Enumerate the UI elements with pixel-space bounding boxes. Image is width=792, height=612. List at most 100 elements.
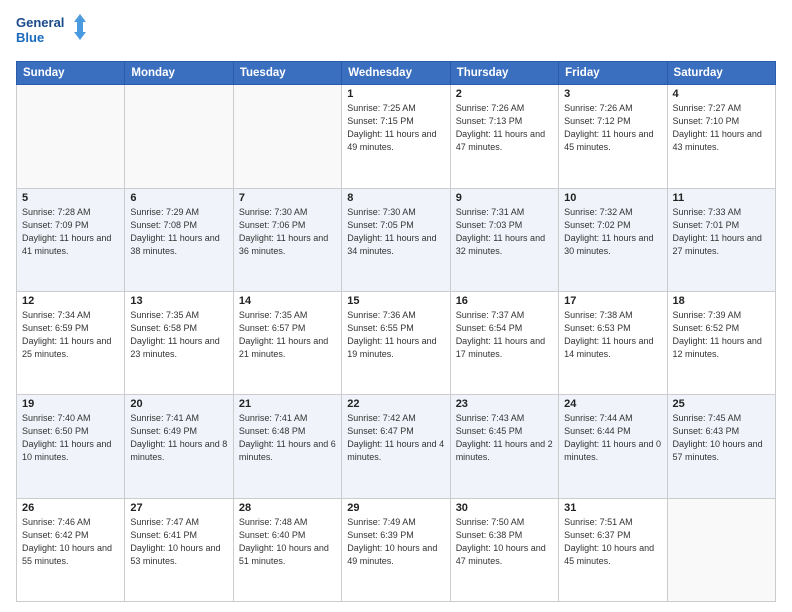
day-info: Sunrise: 7:28 AM Sunset: 7:09 PM Dayligh… xyxy=(22,206,119,258)
calendar-table: SundayMondayTuesdayWednesdayThursdayFrid… xyxy=(16,61,776,602)
day-number: 23 xyxy=(456,398,553,410)
calendar-cell: 23Sunrise: 7:43 AM Sunset: 6:45 PM Dayli… xyxy=(450,395,558,498)
day-number: 22 xyxy=(347,398,444,410)
calendar-week-3: 12Sunrise: 7:34 AM Sunset: 6:59 PM Dayli… xyxy=(17,291,776,394)
day-info: Sunrise: 7:41 AM Sunset: 6:48 PM Dayligh… xyxy=(239,412,336,464)
day-number: 5 xyxy=(22,192,119,204)
day-info: Sunrise: 7:47 AM Sunset: 6:41 PM Dayligh… xyxy=(130,516,227,568)
calendar-cell: 9 Sunrise: 7:31 AM Sunset: 7:03 PM Daylig… xyxy=(450,188,558,291)
calendar-cell: 21 Sunrise: 7:41 AM Sunset: 6:48 PM Dayli… xyxy=(233,395,341,498)
day-number: 30 xyxy=(456,502,553,514)
calendar-week-1: 1 Sunrise: 7:25 AM Sunset: 7:15 PM Daylig… xyxy=(17,85,776,188)
day-info: Sunrise: 7:40 AM Sunset: 6:50 PM Dayligh… xyxy=(22,412,119,464)
calendar-cell: 19 Sunrise: 7:40 AM Sunset: 6:50 PM Dayli… xyxy=(17,395,125,498)
calendar-cell: 6 Sunrise: 7:29 AM Sunset: 7:08 PM Daylig… xyxy=(125,188,233,291)
day-info: Sunrise: 7:32 AM Sunset: 7:02 PM Dayligh… xyxy=(564,206,661,258)
day-info: Sunrise: 7:46 AM Sunset: 6:42 PM Dayligh… xyxy=(22,516,119,568)
calendar-week-4: 19 Sunrise: 7:40 AM Sunset: 6:50 PM Dayli… xyxy=(17,395,776,498)
logo: General Blue xyxy=(16,12,86,53)
day-number: 28 xyxy=(239,502,336,514)
day-info: Sunrise: 7:38 AM Sunset: 6:53 PM Dayligh… xyxy=(564,309,661,361)
day-info: Sunrise: 7:48 AM Sunset: 6:40 PM Dayligh… xyxy=(239,516,336,568)
day-info: Sunrise: 7:49 AM Sunset: 6:39 PM Dayligh… xyxy=(347,516,444,568)
calendar-cell: 31 Sunrise: 7:51 AM Sunset: 6:37 PM Dayli… xyxy=(559,498,667,601)
logo-text: General Blue xyxy=(16,12,86,53)
calendar-cell xyxy=(233,85,341,188)
calendar-cell: 30 Sunrise: 7:50 AM Sunset: 6:38 PM Dayli… xyxy=(450,498,558,601)
day-info: Sunrise: 7:39 AM Sunset: 6:52 PM Dayligh… xyxy=(673,309,770,361)
day-number: 14 xyxy=(239,295,336,307)
calendar-week-5: 26 Sunrise: 7:46 AM Sunset: 6:42 PM Dayli… xyxy=(17,498,776,601)
day-number: 6 xyxy=(130,192,227,204)
calendar-cell: 15 Sunrise: 7:36 AM Sunset: 6:55 PM Dayli… xyxy=(342,291,450,394)
calendar-cell: 16 Sunrise: 7:37 AM Sunset: 6:54 PM Dayli… xyxy=(450,291,558,394)
day-number: 27 xyxy=(130,502,227,514)
day-number: 20 xyxy=(130,398,227,410)
day-info: Sunrise: 7:50 AM Sunset: 6:38 PM Dayligh… xyxy=(456,516,553,568)
day-info: Sunrise: 7:30 AM Sunset: 7:06 PM Dayligh… xyxy=(239,206,336,258)
calendar-cell: 26 Sunrise: 7:46 AM Sunset: 6:42 PM Dayli… xyxy=(17,498,125,601)
calendar-header-wednesday: Wednesday xyxy=(342,62,450,85)
day-info: Sunrise: 7:30 AM Sunset: 7:05 PM Dayligh… xyxy=(347,206,444,258)
calendar-header-thursday: Thursday xyxy=(450,62,558,85)
day-number: 8 xyxy=(347,192,444,204)
calendar-cell: 20 Sunrise: 7:41 AM Sunset: 6:49 PM Dayli… xyxy=(125,395,233,498)
calendar-cell: 13 Sunrise: 7:35 AM Sunset: 6:58 PM Dayli… xyxy=(125,291,233,394)
day-number: 4 xyxy=(673,88,770,100)
calendar-cell: 17Sunrise: 7:38 AM Sunset: 6:53 PM Dayli… xyxy=(559,291,667,394)
logo-svg: General Blue xyxy=(16,12,86,48)
day-info: Sunrise: 7:26 AM Sunset: 7:13 PM Dayligh… xyxy=(456,102,553,154)
day-number: 31 xyxy=(564,502,661,514)
header: General Blue xyxy=(16,12,776,53)
day-number: 21 xyxy=(239,398,336,410)
day-number: 15 xyxy=(347,295,444,307)
calendar-header-friday: Friday xyxy=(559,62,667,85)
day-number: 10 xyxy=(564,192,661,204)
calendar-header-saturday: Saturday xyxy=(667,62,775,85)
day-info: Sunrise: 7:35 AM Sunset: 6:57 PM Dayligh… xyxy=(239,309,336,361)
day-number: 24 xyxy=(564,398,661,410)
calendar-cell: 2 Sunrise: 7:26 AM Sunset: 7:13 PM Daylig… xyxy=(450,85,558,188)
day-number: 7 xyxy=(239,192,336,204)
day-number: 18 xyxy=(673,295,770,307)
day-info: Sunrise: 7:41 AM Sunset: 6:49 PM Dayligh… xyxy=(130,412,227,464)
calendar-cell: 7 Sunrise: 7:30 AM Sunset: 7:06 PM Daylig… xyxy=(233,188,341,291)
day-info: Sunrise: 7:37 AM Sunset: 6:54 PM Dayligh… xyxy=(456,309,553,361)
day-info: Sunrise: 7:45 AM Sunset: 6:43 PM Dayligh… xyxy=(673,412,770,464)
calendar-cell: 1 Sunrise: 7:25 AM Sunset: 7:15 PM Daylig… xyxy=(342,85,450,188)
day-info: Sunrise: 7:35 AM Sunset: 6:58 PM Dayligh… xyxy=(130,309,227,361)
day-info: Sunrise: 7:51 AM Sunset: 6:37 PM Dayligh… xyxy=(564,516,661,568)
calendar-header-monday: Monday xyxy=(125,62,233,85)
day-number: 1 xyxy=(347,88,444,100)
day-info: Sunrise: 7:34 AM Sunset: 6:59 PM Dayligh… xyxy=(22,309,119,361)
calendar-cell: 8 Sunrise: 7:30 AM Sunset: 7:05 PM Daylig… xyxy=(342,188,450,291)
svg-text:General: General xyxy=(16,15,64,30)
calendar-week-2: 5 Sunrise: 7:28 AM Sunset: 7:09 PM Daylig… xyxy=(17,188,776,291)
calendar-cell: 12Sunrise: 7:34 AM Sunset: 6:59 PM Dayli… xyxy=(17,291,125,394)
day-number: 26 xyxy=(22,502,119,514)
calendar-cell: 24 Sunrise: 7:44 AM Sunset: 6:44 PM Dayli… xyxy=(559,395,667,498)
day-info: Sunrise: 7:36 AM Sunset: 6:55 PM Dayligh… xyxy=(347,309,444,361)
day-info: Sunrise: 7:25 AM Sunset: 7:15 PM Dayligh… xyxy=(347,102,444,154)
day-number: 19 xyxy=(22,398,119,410)
calendar-cell: 3Sunrise: 7:26 AM Sunset: 7:12 PM Daylig… xyxy=(559,85,667,188)
day-info: Sunrise: 7:33 AM Sunset: 7:01 PM Dayligh… xyxy=(673,206,770,258)
day-info: Sunrise: 7:44 AM Sunset: 6:44 PM Dayligh… xyxy=(564,412,661,464)
day-number: 9 xyxy=(456,192,553,204)
calendar-header-row: SundayMondayTuesdayWednesdayThursdayFrid… xyxy=(17,62,776,85)
calendar-cell xyxy=(667,498,775,601)
day-info: Sunrise: 7:31 AM Sunset: 7:03 PM Dayligh… xyxy=(456,206,553,258)
day-number: 13 xyxy=(130,295,227,307)
day-number: 2 xyxy=(456,88,553,100)
day-info: Sunrise: 7:29 AM Sunset: 7:08 PM Dayligh… xyxy=(130,206,227,258)
calendar-header-tuesday: Tuesday xyxy=(233,62,341,85)
calendar-cell: 25Sunrise: 7:45 AM Sunset: 6:43 PM Dayli… xyxy=(667,395,775,498)
svg-text:Blue: Blue xyxy=(16,30,44,45)
day-number: 29 xyxy=(347,502,444,514)
calendar-cell: 27 Sunrise: 7:47 AM Sunset: 6:41 PM Dayli… xyxy=(125,498,233,601)
day-number: 11 xyxy=(673,192,770,204)
calendar-cell: 5 Sunrise: 7:28 AM Sunset: 7:09 PM Daylig… xyxy=(17,188,125,291)
calendar-cell: 4Sunrise: 7:27 AM Sunset: 7:10 PM Daylig… xyxy=(667,85,775,188)
page: General Blue SundayMondayTuesdayWednesda… xyxy=(0,0,792,612)
day-number: 16 xyxy=(456,295,553,307)
